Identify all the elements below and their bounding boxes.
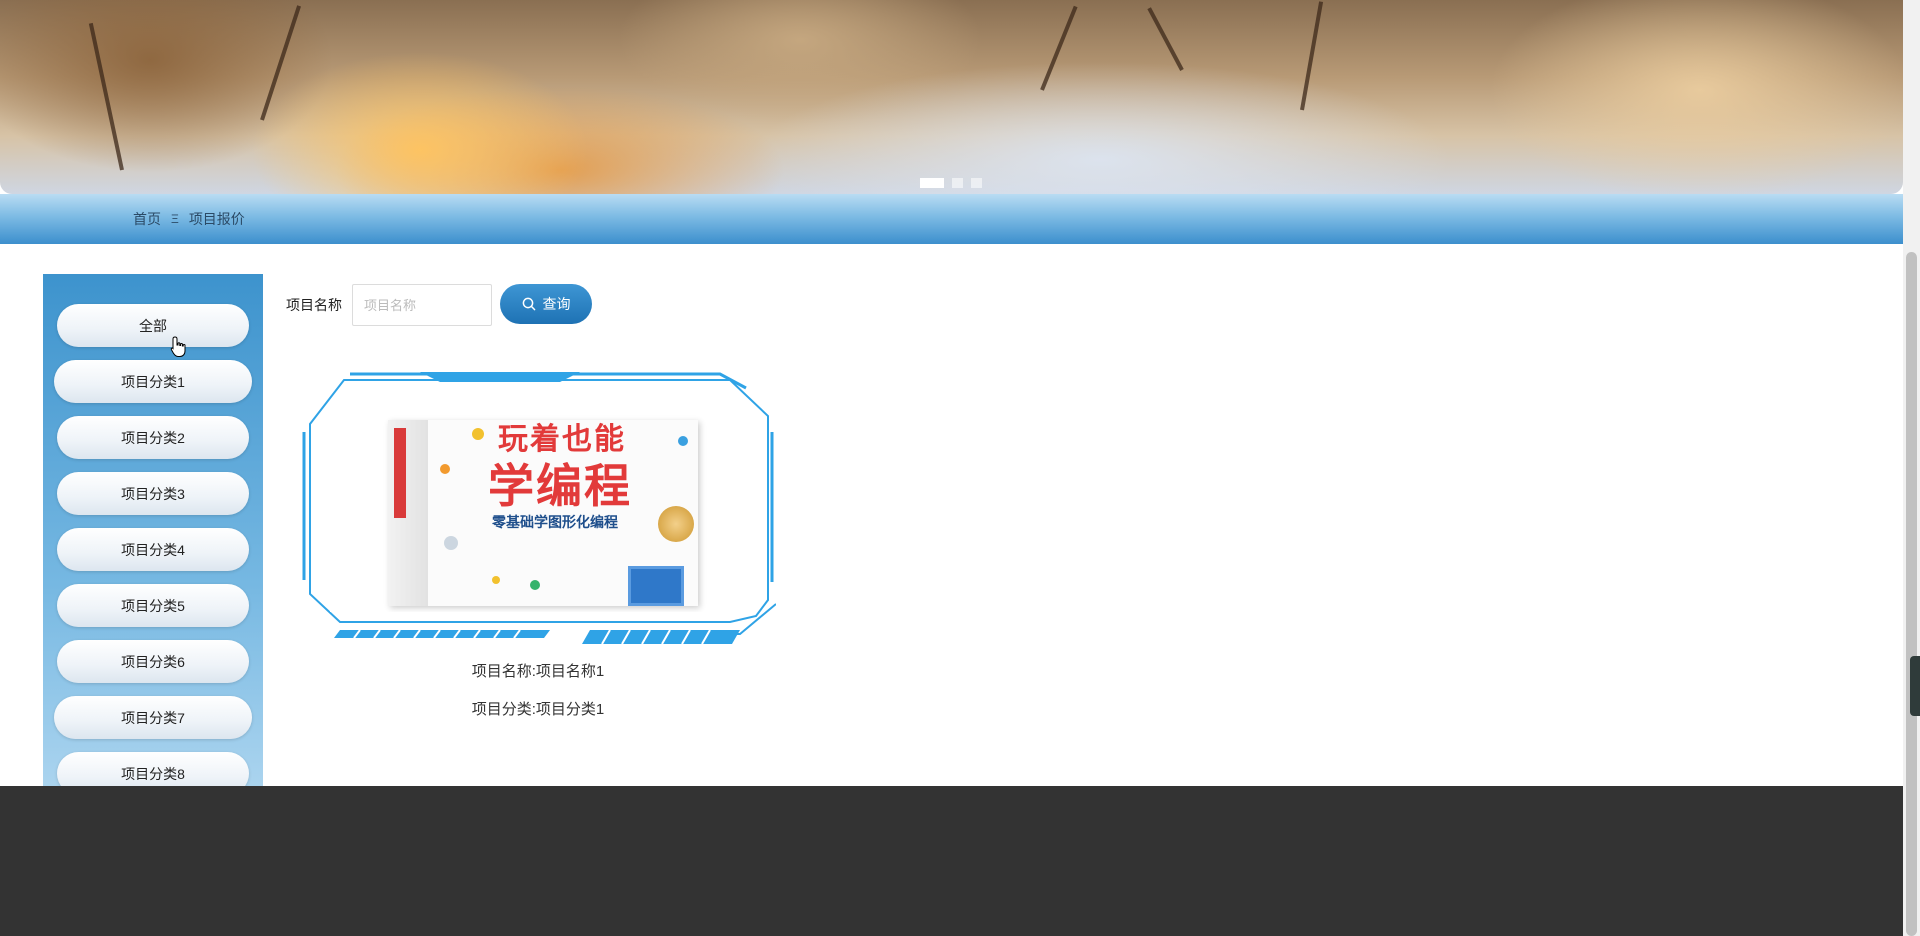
dot-icon	[472, 428, 484, 440]
category-all-button[interactable]: 全部	[57, 304, 249, 347]
dot-icon	[440, 464, 450, 474]
banner-dot-2[interactable]	[952, 178, 963, 188]
footer	[0, 786, 1903, 936]
dot-icon	[530, 580, 540, 590]
category-5-button[interactable]: 项目分类5	[57, 584, 249, 627]
breadcrumb: 首页 Ξ 项目报价	[0, 194, 1903, 244]
hand-cursor-icon	[170, 336, 186, 357]
project-card-image[interactable]: 玩着也能 学编程 零基础学图形化编程	[330, 406, 746, 612]
breadcrumb-current: 项目报价	[188, 211, 245, 227]
search-button-label: 查询	[542, 296, 571, 312]
dot-icon	[678, 436, 688, 446]
category-4-button[interactable]: 项目分类4	[57, 528, 249, 571]
breadcrumb-separator: Ξ	[171, 212, 179, 226]
breadcrumb-home-link[interactable]: 首页	[133, 209, 161, 229]
category-7-button[interactable]: 项目分类7	[54, 696, 252, 739]
robot-icon	[444, 536, 458, 550]
bulb-icon	[492, 576, 500, 584]
search-input[interactable]	[352, 284, 492, 326]
banner-carousel[interactable]	[0, 0, 1903, 194]
category-3-button[interactable]: 项目分类3	[57, 472, 249, 515]
category-2-button[interactable]: 项目分类2	[57, 416, 249, 459]
project-name-line: 项目名称:项目名称1	[471, 663, 605, 680]
side-floating-widget[interactable]	[1910, 656, 1920, 716]
banner-dot-3[interactable]	[971, 178, 982, 188]
book-screen-illustration	[628, 566, 684, 606]
banner-tree-decoration	[260, 5, 301, 121]
book-title-main: 学编程	[488, 459, 632, 513]
book-spine	[388, 420, 428, 606]
banner-dot-1[interactable]	[920, 178, 944, 188]
search-icon	[522, 297, 535, 311]
banner-tree-decoration	[1300, 1, 1324, 111]
book-subtitle: 零基础学图形化编程	[492, 515, 618, 531]
search-button[interactable]: 查询	[500, 284, 592, 324]
book-cover-image: 玩着也能 学编程 零基础学图形化编程	[388, 420, 698, 606]
banner-tree-decoration	[1040, 5, 1078, 91]
project-category-line: 项目分类:项目分类1	[471, 701, 605, 718]
category-6-button[interactable]: 项目分类6	[57, 640, 249, 683]
category-1-button[interactable]: 项目分类1	[54, 360, 252, 403]
book-seal-icon	[658, 506, 694, 542]
search-label: 项目名称	[286, 297, 342, 313]
scrollbar-thumb[interactable]	[1906, 252, 1917, 936]
banner-tree-decoration	[1147, 7, 1184, 71]
banner-pagination	[920, 178, 982, 188]
banner-tree-decoration	[88, 22, 124, 171]
page: 首页 Ξ 项目报价 全部 项目分类1 项目分类2 项目分类3 项目分类4 项目分…	[0, 0, 1920, 936]
category-sidebar: 全部 项目分类1 项目分类2 项目分类3 项目分类4 项目分类5 项目分类6 项…	[43, 274, 263, 838]
